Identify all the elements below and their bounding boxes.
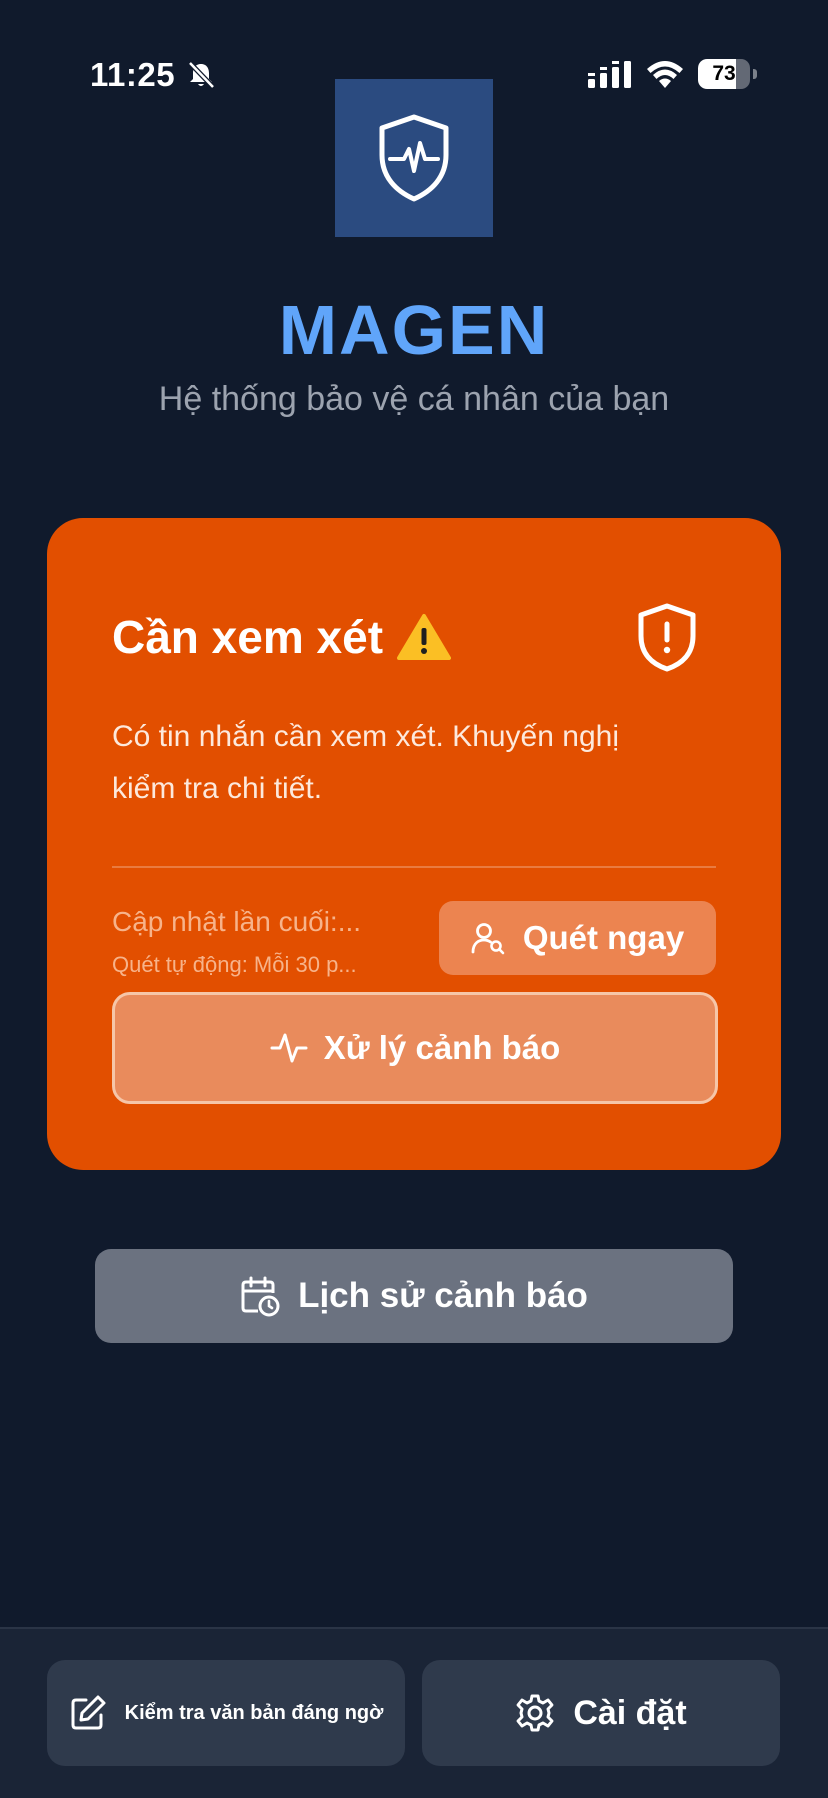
handle-alert-label: Xử lý cảnh báo bbox=[323, 1029, 561, 1066]
cellular-signal-icon bbox=[588, 61, 631, 88]
auto-scan-text: Quét tự động: Mỗi 30 p... bbox=[112, 952, 357, 977]
card-divider bbox=[112, 866, 716, 868]
shield-heartbeat-icon bbox=[379, 114, 449, 202]
protection-status-card: Cần xem xét Có tin nhắn cần xem xét. Khu… bbox=[47, 518, 781, 1170]
last-updated-text: Cập nhật lần cuối:... bbox=[112, 906, 362, 937]
gear-icon bbox=[516, 1694, 554, 1732]
battery-icon: 73 bbox=[698, 59, 758, 89]
status-message: Có tin nhắn cần xem xét. Khuyến nghị kiể… bbox=[112, 720, 619, 805]
settings-button[interactable]: Cài đặt bbox=[422, 1660, 780, 1766]
shield-alert-icon bbox=[638, 603, 696, 672]
bottom-bar: Kiểm tra văn bản đáng ngờ Cài đặt bbox=[0, 1627, 828, 1798]
scan-now-button[interactable]: Quét ngay bbox=[439, 901, 716, 975]
app-screen: 11:25 73 MAGEN Hệ thống bảo vệ cá nhân c… bbox=[0, 0, 828, 1798]
app-subtitle: Hệ thống bảo vệ cá nhân của bạn bbox=[158, 380, 670, 418]
battery-level: 73 bbox=[712, 62, 736, 85]
user-search-icon bbox=[471, 923, 505, 955]
settings-label: Cài đặt bbox=[573, 1693, 687, 1732]
handle-alert-button[interactable]: Xử lý cảnh báo bbox=[112, 992, 718, 1104]
wifi-icon bbox=[647, 61, 683, 88]
app-logo bbox=[335, 79, 493, 237]
calendar-clock-icon bbox=[241, 1276, 280, 1317]
status-time: 11:25 bbox=[90, 56, 176, 93]
check-suspicious-text-button[interactable]: Kiểm tra văn bản đáng ngờ bbox=[47, 1660, 405, 1766]
status-title: Cần xem xét bbox=[112, 610, 452, 664]
check-suspicious-text-label: Kiểm tra văn bản đáng ngờ bbox=[124, 1701, 384, 1724]
activity-icon bbox=[270, 1033, 308, 1063]
warning-icon bbox=[397, 614, 452, 660]
status-title-text: Cần xem xét bbox=[112, 611, 384, 663]
alert-history-label: Lịch sử cảnh báo bbox=[298, 1276, 588, 1315]
alert-history-button[interactable]: Lịch sử cảnh báo bbox=[95, 1249, 733, 1343]
bell-muted-icon bbox=[188, 61, 215, 89]
scan-now-label: Quét ngay bbox=[522, 919, 685, 956]
edit-icon bbox=[71, 1695, 106, 1730]
app-title: MAGEN bbox=[278, 291, 550, 369]
